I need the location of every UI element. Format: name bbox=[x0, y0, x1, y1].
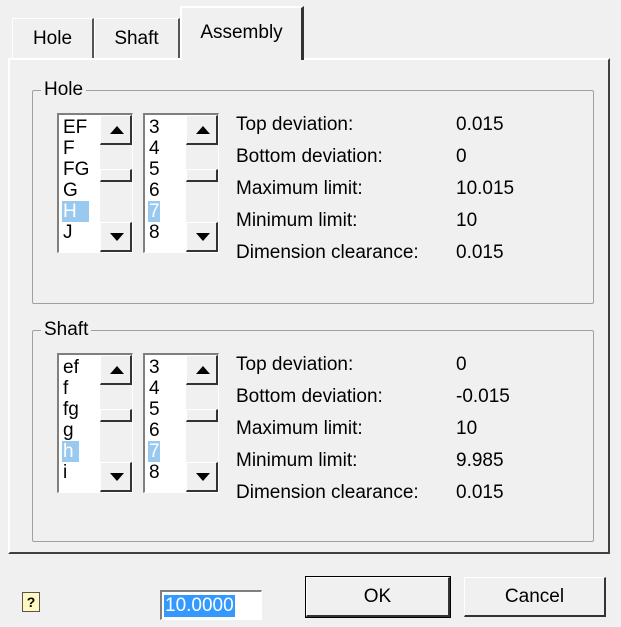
hole-minimum-limit-row: Minimum limit: 10 bbox=[236, 205, 566, 237]
value: 0 bbox=[456, 354, 467, 375]
help-icon[interactable]: ? bbox=[22, 592, 40, 612]
shaft-group: Shaft ef f fg g h i 345678 Top deviation: 0 Bo… bbox=[32, 318, 594, 542]
scroll-down-button[interactable] bbox=[100, 462, 132, 492]
shaft-grade-scrollbar[interactable] bbox=[186, 355, 218, 492]
shaft-letter-scrollbar[interactable] bbox=[100, 355, 132, 492]
scroll-down-button[interactable] bbox=[186, 462, 218, 492]
list-item[interactable]: 7 bbox=[148, 441, 160, 462]
list-item[interactable]: G bbox=[62, 180, 89, 201]
cancel-button[interactable]: Cancel bbox=[464, 577, 606, 617]
list-item[interactable]: i bbox=[62, 462, 79, 483]
scroll-down-button[interactable] bbox=[186, 222, 218, 252]
list-item[interactable]: ef bbox=[62, 357, 79, 378]
value: 10 bbox=[456, 210, 478, 231]
list-item[interactable]: 6 bbox=[148, 180, 160, 201]
nominal-value-text: 10.0000 bbox=[164, 595, 235, 617]
scroll-down-button[interactable] bbox=[100, 222, 132, 252]
list-item[interactable]: 8 bbox=[148, 462, 160, 483]
list-item[interactable]: g bbox=[62, 420, 79, 441]
arrow-up-icon bbox=[196, 366, 210, 374]
list-item[interactable]: 7 bbox=[148, 201, 160, 222]
tab-hole[interactable]: Hole bbox=[12, 18, 94, 60]
hole-info: Top deviation: 0.015 Bottom deviation: 0 M… bbox=[236, 109, 566, 269]
label: Top deviation: bbox=[236, 114, 354, 135]
shaft-top-deviation-row: Top deviation: 0 bbox=[236, 349, 566, 381]
scroll-up-button[interactable] bbox=[186, 355, 218, 385]
hole-grade-list[interactable]: 345678 bbox=[143, 113, 219, 253]
scroll-up-button[interactable] bbox=[100, 115, 132, 145]
list-item[interactable]: f bbox=[62, 378, 79, 399]
scroll-thumb[interactable] bbox=[100, 409, 132, 422]
list-item[interactable]: FG bbox=[62, 159, 89, 180]
list-item[interactable]: fg bbox=[62, 399, 79, 420]
hole-letter-scrollbar[interactable] bbox=[100, 115, 132, 252]
scroll-thumb[interactable] bbox=[100, 169, 132, 182]
label: Bottom deviation: bbox=[236, 386, 383, 407]
arrow-down-icon bbox=[196, 473, 210, 481]
label: Maximum limit: bbox=[236, 178, 363, 199]
list-item[interactable]: 5 bbox=[148, 159, 160, 180]
label: Dimension clearance: bbox=[236, 482, 419, 503]
shaft-maximum-limit-row: Maximum limit: 10 bbox=[236, 413, 566, 445]
nominal-value-field[interactable]: 10.0000 bbox=[160, 590, 262, 620]
arrow-up-icon bbox=[196, 126, 210, 134]
hole-grade-scrollbar[interactable] bbox=[186, 115, 218, 252]
value: 0 bbox=[456, 146, 467, 167]
shaft-letter-list[interactable]: ef f fg g h i bbox=[57, 353, 133, 493]
list-item[interactable]: F bbox=[62, 138, 89, 159]
arrow-down-icon bbox=[110, 233, 124, 241]
list-item[interactable]: 6 bbox=[148, 420, 160, 441]
label: Minimum limit: bbox=[236, 450, 358, 471]
arrow-up-icon bbox=[110, 366, 124, 374]
list-item[interactable]: 4 bbox=[148, 138, 160, 159]
shaft-group-title: Shaft bbox=[41, 318, 92, 342]
list-item[interactable]: 5 bbox=[148, 399, 160, 420]
shaft-minimum-limit-row: Minimum limit: 9.985 bbox=[236, 445, 566, 477]
arrow-up-icon bbox=[110, 126, 124, 134]
hole-letter-list[interactable]: EF F FG G H J bbox=[57, 113, 133, 253]
shaft-bottom-deviation-row: Bottom deviation: -0.015 bbox=[236, 381, 566, 413]
list-item[interactable]: EF bbox=[62, 117, 89, 138]
list-item[interactable]: J bbox=[62, 222, 89, 243]
hole-bottom-deviation-row: Bottom deviation: 0 bbox=[236, 141, 566, 173]
value: 0.015 bbox=[456, 114, 504, 135]
list-item[interactable]: 4 bbox=[148, 378, 160, 399]
arrow-down-icon bbox=[196, 233, 210, 241]
hole-maximum-limit-row: Maximum limit: 10.015 bbox=[236, 173, 566, 205]
scroll-thumb[interactable] bbox=[186, 409, 218, 422]
arrow-down-icon bbox=[110, 473, 124, 481]
label: Dimension clearance: bbox=[236, 242, 419, 263]
list-item[interactable]: h bbox=[62, 441, 79, 462]
value: 0.015 bbox=[456, 482, 504, 503]
ok-button[interactable]: OK bbox=[305, 576, 451, 618]
list-item[interactable]: 8 bbox=[148, 222, 160, 243]
list-item[interactable]: H bbox=[62, 201, 90, 222]
label: Bottom deviation: bbox=[236, 146, 383, 167]
tab-assembly[interactable]: Assembly bbox=[180, 6, 304, 60]
value: 0.015 bbox=[456, 242, 504, 263]
value: 10.015 bbox=[456, 178, 515, 199]
shaft-grade-list[interactable]: 345678 bbox=[143, 353, 219, 493]
hole-top-deviation-row: Top deviation: 0.015 bbox=[236, 109, 566, 141]
value: -0.015 bbox=[456, 386, 510, 407]
scroll-up-button[interactable] bbox=[100, 355, 132, 385]
scroll-thumb[interactable] bbox=[186, 169, 218, 182]
hole-dimension-clearance-row: Dimension clearance: 0.015 bbox=[236, 237, 566, 269]
assembly-panel: Hole EF F FG G H J 345678 Top deviation: 0.015… bbox=[8, 58, 610, 554]
label: Minimum limit: bbox=[236, 210, 358, 231]
shaft-dimension-clearance-row: Dimension clearance: 0.015 bbox=[236, 477, 566, 509]
value: 10 bbox=[456, 418, 478, 439]
value: 9.985 bbox=[456, 450, 504, 471]
label: Maximum limit: bbox=[236, 418, 363, 439]
list-item[interactable]: 3 bbox=[148, 357, 160, 378]
tab-shaft[interactable]: Shaft bbox=[94, 18, 180, 60]
hole-group: Hole EF F FG G H J 345678 Top deviation: 0.015… bbox=[32, 78, 594, 304]
hole-group-title: Hole bbox=[41, 78, 87, 102]
label: Top deviation: bbox=[236, 354, 354, 375]
shaft-info: Top deviation: 0 Bottom deviation: -0.015 … bbox=[236, 349, 566, 509]
scroll-up-button[interactable] bbox=[186, 115, 218, 145]
list-item[interactable]: 3 bbox=[148, 117, 160, 138]
